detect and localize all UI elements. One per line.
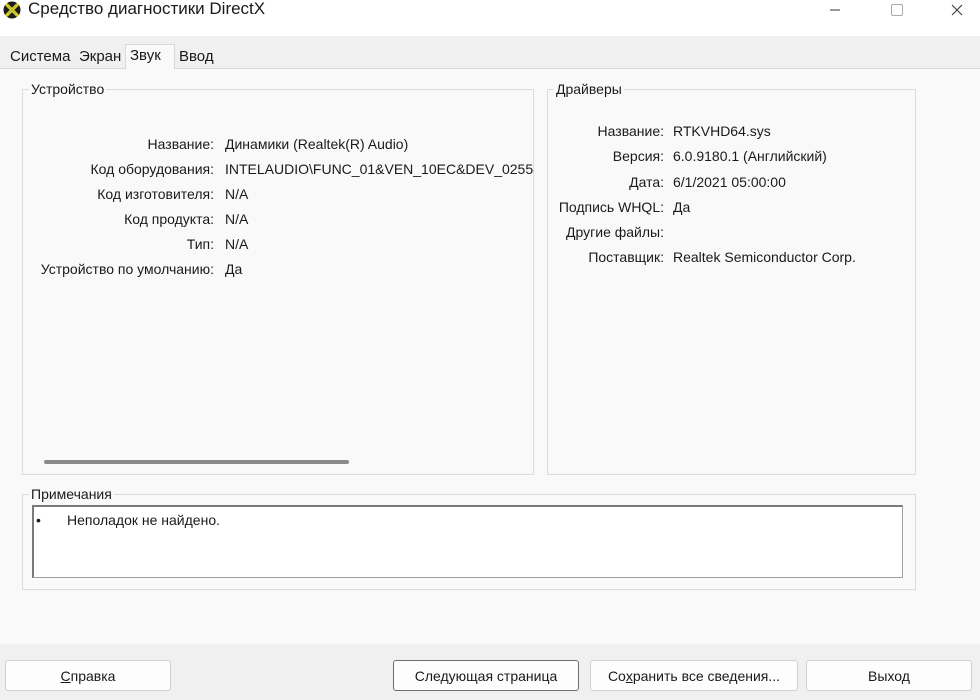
whql-value: Да xyxy=(673,199,691,215)
driver-name-label: Название: xyxy=(597,123,664,139)
tab-sound[interactable]: Звук xyxy=(125,44,175,69)
driver-date-label: Дата: xyxy=(629,174,664,190)
hardware-id-label-row: Код оборудования: xyxy=(0,159,215,179)
exit-button-label: Выход xyxy=(868,667,910,684)
bullet-icon: • xyxy=(36,512,41,528)
default-device-label: Устройство по умолчанию: xyxy=(40,261,214,277)
product-id-label: Код продукта: xyxy=(124,211,214,227)
title-bar: Средство диагностики DirectX xyxy=(0,0,980,36)
other-files-label-row: Другие файлы: xyxy=(548,222,664,242)
next-page-button-label: Следующая страница xyxy=(414,667,558,684)
help-button-accel: С xyxy=(60,667,71,684)
help-button[interactable]: Справка xyxy=(5,660,171,691)
product-id-value: N/A xyxy=(225,211,249,227)
manufacturer-id-value: N/A xyxy=(225,186,249,202)
provider-value: Realtek Semiconductor Corp. xyxy=(673,249,856,265)
type-label: Тип: xyxy=(186,236,214,252)
minimize-button[interactable] xyxy=(812,0,858,20)
directx-x-icon xyxy=(3,1,21,19)
save-all-accel: х xyxy=(625,667,633,684)
minimize-icon xyxy=(830,9,840,11)
exit-button[interactable]: Выход xyxy=(806,660,972,691)
driver-date-value: 6/1/2021 05:00:00 xyxy=(673,174,786,190)
note-text: Неполадок не найдено. xyxy=(67,512,220,528)
tab-system[interactable]: Система xyxy=(6,46,75,67)
driver-version-label: Версия: xyxy=(612,148,664,164)
device-name-value: Динамики (Realtek(R) Audio) xyxy=(225,136,409,152)
hardware-id-label: Код оборудования: xyxy=(90,161,215,177)
window-title: Средство диагностики DirectX xyxy=(28,0,266,18)
save-all-info-button[interactable]: Со х ранить все сведения... xyxy=(590,660,798,691)
close-button[interactable] xyxy=(934,0,980,20)
provider-label-row: Поставщик: xyxy=(548,247,664,267)
drivers-group-title: Драйверы xyxy=(554,80,624,98)
save-all-label-after: ранить все сведения... xyxy=(632,667,781,684)
maximize-icon xyxy=(891,4,903,16)
driver-name-value: RTKVHD64.sys xyxy=(673,123,771,139)
manufacturer-id-label-row: Код изготовителя: xyxy=(0,184,214,204)
product-id-label-row: Код продукта: xyxy=(0,209,214,229)
help-button-label: правка xyxy=(70,667,116,684)
driver-version-value: 6.0.9180.1 (Английский) xyxy=(673,148,827,164)
whql-label-row: Подпись WHQL: xyxy=(548,197,664,217)
notes-group-title: Примечания xyxy=(29,485,114,503)
next-page-button[interactable]: Следующая страница xyxy=(393,660,579,691)
maximize-button[interactable] xyxy=(874,0,920,20)
type-label-row: Тип: xyxy=(0,234,214,254)
directx-diagnostic-window: Средство диагностики DirectX Система Экр… xyxy=(0,0,980,700)
other-files-label: Другие файлы: xyxy=(566,224,664,240)
tab-input[interactable]: Ввод xyxy=(175,46,218,67)
close-icon xyxy=(951,4,963,16)
hardware-id-value-row: INTELAUDIO\FUNC_01&VEN_10EC&DEV_02558 xyxy=(225,159,534,179)
type-value: N/A xyxy=(225,236,249,252)
default-device-value: Да xyxy=(225,261,243,277)
device-name-label: Название: xyxy=(147,136,214,152)
device-name-label-row: Название: xyxy=(0,134,214,154)
default-device-label-row: Устройство по умолчанию: xyxy=(0,259,214,279)
manufacturer-id-label: Код изготовителя: xyxy=(97,186,214,202)
save-all-label-before: Со xyxy=(607,667,626,684)
provider-label: Поставщик: xyxy=(588,249,664,265)
tab-display[interactable]: Экран xyxy=(75,46,126,67)
hardware-id-value: INTELAUDIO\FUNC_01&VEN_10EC&DEV_02558 xyxy=(225,161,534,177)
device-horizontal-scrollbar[interactable] xyxy=(44,460,349,464)
device-group-title: Устройство xyxy=(29,80,107,98)
driver-date-label-row: Дата: xyxy=(548,172,664,192)
driver-name-label-row: Название: xyxy=(548,121,664,141)
tab-strip: Система Экран Звук Ввод xyxy=(0,44,980,69)
driver-version-label-row: Версия: xyxy=(548,146,664,166)
whql-label: Подпись WHQL: xyxy=(558,199,664,215)
notes-text-box[interactable]: • Неполадок не найдено. xyxy=(32,505,903,578)
